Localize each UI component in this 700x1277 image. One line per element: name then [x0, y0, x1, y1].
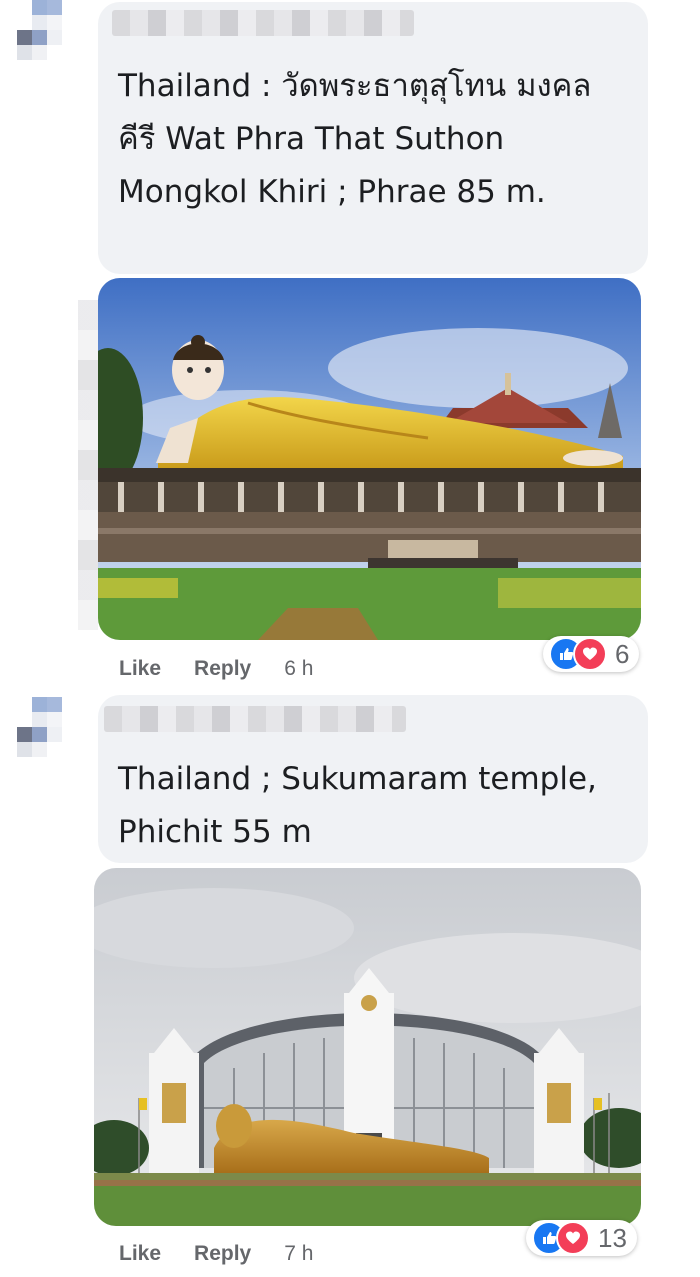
reply-link[interactable]: Reply: [194, 657, 251, 681]
avatar[interactable]: [17, 697, 77, 757]
comment-photo[interactable]: [94, 868, 641, 1226]
comment-text: Thailand : วัดพระธาตุสุโทน มงคลคีรี Wat …: [118, 68, 592, 210]
reaction-summary[interactable]: 6: [543, 636, 640, 672]
avatar[interactable]: [17, 0, 77, 60]
timestamp[interactable]: 7 h: [284, 1242, 313, 1266]
reaction-summary[interactable]: 13: [526, 1220, 637, 1256]
like-link[interactable]: Like: [119, 657, 161, 681]
reply-link[interactable]: Reply: [194, 1242, 251, 1266]
comment-photo[interactable]: [98, 278, 641, 640]
love-reaction-icon: [556, 1221, 590, 1255]
blurred-strip: [78, 300, 98, 630]
commenter-name[interactable]: [112, 10, 414, 36]
commenter-name[interactable]: [104, 706, 406, 732]
comment-text: Thailand ; Sukumaram temple, Phichit 55 …: [118, 761, 597, 850]
love-reaction-icon: [573, 637, 607, 671]
comment-actions: Like Reply 7 h: [119, 1242, 313, 1266]
comment-bubble: Thailand : วัดพระธาตุสุโทน มงคลคีรี Wat …: [98, 2, 648, 274]
timestamp[interactable]: 6 h: [284, 657, 313, 681]
photo-reclining-buddha: [98, 278, 641, 640]
like-link[interactable]: Like: [119, 1242, 161, 1266]
comment-actions: Like Reply 6 h: [119, 657, 313, 681]
photo-buddha-hall: [94, 868, 641, 1226]
reaction-count: 13: [598, 1222, 627, 1253]
reaction-count: 6: [615, 638, 630, 669]
